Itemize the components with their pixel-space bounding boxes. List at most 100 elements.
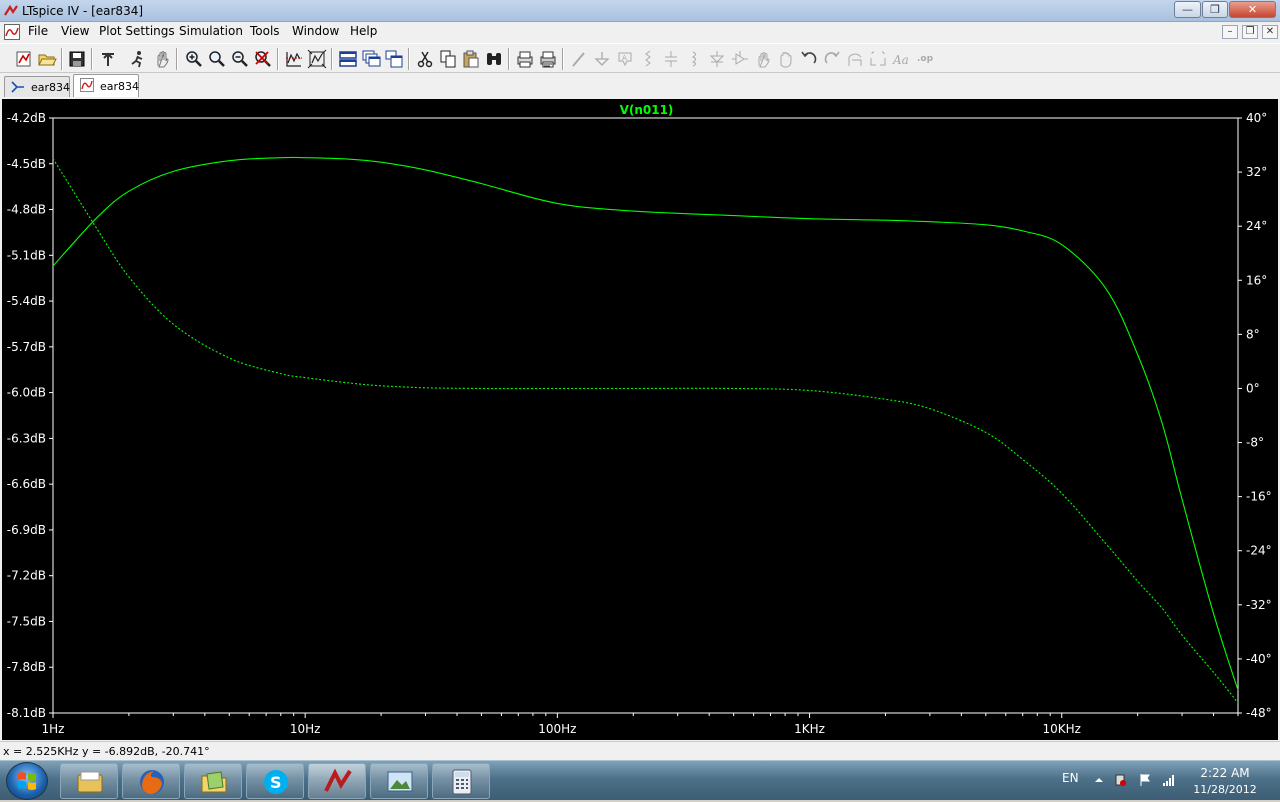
tab-schematic[interactable]: ear834 [4, 76, 70, 97]
find-icon[interactable] [484, 49, 504, 69]
taskbar-calculator[interactable] [432, 763, 490, 799]
menu-view[interactable]: View [61, 24, 89, 38]
mdi-restore-button[interactable]: ❐ [1242, 25, 1258, 39]
left-tick-label: -7.2dB [7, 569, 46, 583]
left-tick-label: -7.5dB [7, 614, 46, 628]
zoom-in-icon[interactable] [184, 49, 204, 69]
left-tick-label: -5.7dB [7, 340, 46, 354]
minimize-button[interactable]: — [1174, 1, 1201, 18]
taskbar-picture-viewer[interactable] [370, 763, 428, 799]
skype-icon: S [264, 770, 288, 794]
taskbar-explorer[interactable] [60, 763, 118, 799]
x-tick-label: 10Hz [290, 722, 321, 736]
left-tick-label: -6.0dB [7, 386, 46, 400]
right-tick-label: -48° [1246, 706, 1272, 720]
zoom-cancel-icon[interactable] [253, 49, 273, 69]
bode-plot[interactable]: -4.2dB -4.5dB -4.8dB -5.1dB -5.4dB -5.7dB -6.0… [2, 99, 1278, 740]
left-tick-label: -6.3dB [7, 431, 46, 445]
left-tick-label: -5.1dB [7, 248, 46, 262]
right-tick-label: 32° [1246, 165, 1267, 179]
svg-text:A: A [622, 54, 627, 62]
right-tick-label: -16° [1246, 490, 1272, 504]
close-button[interactable]: ✕ [1229, 1, 1276, 18]
x-tick-label: 100Hz [538, 722, 576, 736]
x-tick-label: 10KHz [1042, 722, 1080, 736]
cascade-icon[interactable] [361, 49, 381, 69]
menu-window[interactable]: Window [292, 24, 339, 38]
ltspice-icon [324, 768, 352, 792]
paste-icon[interactable] [461, 49, 481, 69]
picture-viewer-icon [387, 771, 413, 792]
folder-icon [201, 771, 227, 793]
right-tick-label: -8° [1246, 436, 1264, 450]
left-tick-label: -5.4dB [7, 294, 46, 308]
left-tick-label: -8.1dB [7, 706, 46, 720]
network-signal-icon[interactable] [1162, 773, 1176, 787]
status-bar: x = 2.525KHz y = -6.892dB, -20.741° [0, 741, 1280, 760]
power-icon[interactable] [1113, 773, 1127, 787]
firefox-icon [140, 770, 164, 794]
undo-icon[interactable] [799, 49, 819, 69]
taskbar-folder[interactable] [184, 763, 242, 799]
move-icon [758, 52, 770, 68]
right-tick-label: -24° [1246, 544, 1272, 558]
toolbar-separator [61, 48, 63, 70]
right-tick-label: 40° [1246, 111, 1267, 125]
print-icon[interactable] [538, 49, 558, 69]
language-indicator[interactable]: EN [1062, 771, 1079, 785]
control-panel-icon[interactable] [98, 49, 118, 69]
left-tick-label: -4.8dB [7, 203, 46, 217]
zoom-out-icon[interactable] [230, 49, 250, 69]
inductor-icon [691, 51, 696, 67]
toolbar-separator [91, 48, 93, 70]
new-schematic-icon[interactable] [14, 49, 34, 69]
title-bar[interactable]: LTspice IV - [ear834] — ❐ ✕ [0, 0, 1280, 22]
mdi-close-button[interactable]: ✕ [1262, 25, 1278, 39]
print-preview-icon[interactable] [515, 49, 535, 69]
halt-icon[interactable] [152, 49, 172, 69]
left-tick-label: -7.8dB [7, 660, 46, 674]
mdi-minimize-button[interactable]: – [1222, 25, 1238, 39]
taskbar-firefox[interactable] [122, 763, 180, 799]
svg-text:Aa: Aa [892, 53, 909, 67]
windows-explorer-icon [77, 771, 103, 793]
copy-icon[interactable] [438, 49, 458, 69]
windows-taskbar: S EN 2:22 AM 11/28/2012 [0, 760, 1280, 800]
waveform-doc-icon[interactable] [4, 24, 20, 40]
right-tick-label: -32° [1246, 598, 1272, 612]
tab-waveform[interactable]: ear834 [73, 74, 139, 97]
menu-tools[interactable]: Tools [250, 24, 280, 38]
menu-plot-settings[interactable]: Plot Settings [99, 24, 175, 38]
start-button[interactable] [6, 762, 48, 800]
magnitude-trace [52, 156, 1239, 691]
zoom-area-icon[interactable] [207, 49, 227, 69]
waveform-plot-pane[interactable]: -4.2dB -4.5dB -4.8dB -5.1dB -5.4dB -5.7dB -6.0… [2, 99, 1278, 740]
right-tick-label: 16° [1246, 273, 1267, 287]
open-icon[interactable] [37, 49, 57, 69]
ground-icon [594, 52, 610, 66]
toolbar-separator [562, 48, 564, 70]
zoom-fit-icon[interactable] [307, 49, 327, 69]
menu-help[interactable]: Help [350, 24, 377, 38]
restore-button[interactable]: ❐ [1202, 1, 1228, 18]
svg-text:S: S [270, 773, 282, 792]
trace-label: V(n011) [620, 103, 674, 117]
save-icon[interactable] [67, 49, 87, 69]
taskbar-ltspice[interactable] [308, 763, 366, 799]
rotate-icon [848, 53, 862, 66]
action-center-flag-icon[interactable] [1138, 773, 1152, 787]
cut-icon[interactable] [415, 49, 435, 69]
clock-time[interactable]: 2:22 AM [1190, 766, 1260, 780]
tile-vertical-icon[interactable] [384, 49, 404, 69]
toolbar: A Aa .op [0, 43, 1280, 73]
menu-simulation[interactable]: Simulation [179, 24, 243, 38]
tile-horizontal-icon[interactable] [338, 49, 358, 69]
autorange-icon[interactable] [284, 49, 304, 69]
diode-icon [709, 51, 725, 67]
taskbar-skype[interactable]: S [246, 763, 304, 799]
toolbar-separator [408, 48, 410, 70]
clock-date[interactable]: 11/28/2012 [1186, 783, 1264, 796]
menu-file[interactable]: File [28, 24, 48, 38]
run-icon[interactable] [128, 49, 148, 69]
show-hidden-icons-icon[interactable] [1092, 773, 1106, 787]
